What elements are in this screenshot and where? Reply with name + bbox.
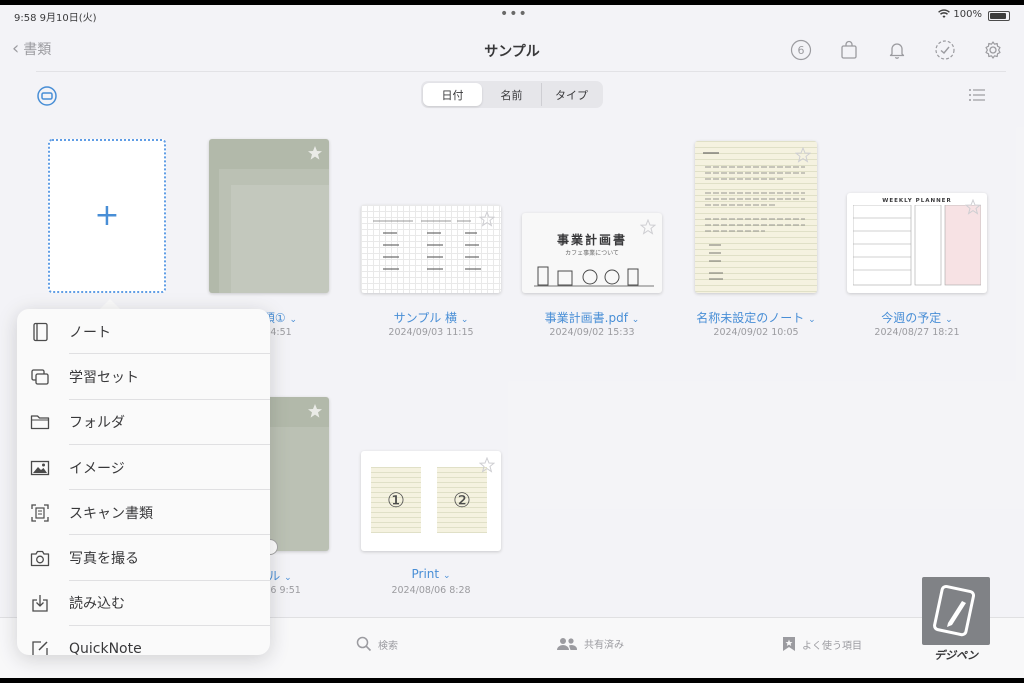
menu-item-image[interactable]: イメージ (17, 445, 270, 491)
menu-pointer (100, 299, 120, 309)
sort-segmented-control: 日付 名前 タイプ (421, 81, 603, 108)
dashed-check-circle-icon (935, 40, 955, 60)
document-thumbnail[interactable]: ① ② (361, 451, 501, 551)
people-icon (557, 637, 578, 650)
menu-item-note[interactable]: ノート (17, 309, 270, 355)
plus-icon: + (94, 198, 120, 233)
document-thumbnail[interactable]: 事業計画書 カフェ事業について (522, 213, 662, 293)
tab-search[interactable]: 検索 (356, 636, 398, 652)
thumb-subheading: カフェ事業について (565, 250, 619, 257)
cards-icon (29, 366, 51, 388)
create-menu: ノート 学習セット フォルダ イメージ スキャン書類 写真を撮る 読み込む Qu… (17, 309, 270, 655)
document-title[interactable]: 名称未設定のノート ⌄ (671, 309, 841, 326)
select-mode-button[interactable] (932, 37, 958, 63)
tab-search-label: 検索 (378, 640, 398, 652)
menu-item-folder[interactable]: フォルダ (17, 400, 270, 445)
chevron-down-icon: ⌄ (808, 315, 816, 325)
tab-shared[interactable]: 共有済み (556, 636, 624, 651)
chevron-down-icon: ⌄ (289, 315, 298, 325)
notebook-icon (29, 321, 51, 343)
tablet-pen-logo-icon (922, 577, 990, 645)
chevron-down-icon: ⌄ (945, 315, 953, 325)
stack-select-icon (37, 86, 57, 106)
site-logo-label: デジペン (934, 649, 978, 662)
document-date: 2024/09/02 10:05 (713, 327, 799, 338)
site-logo: デジペン (922, 577, 990, 663)
image-icon (29, 457, 51, 479)
search-icon (356, 636, 372, 652)
badge-number: 6 (798, 44, 805, 57)
wifi-icon (938, 9, 950, 22)
document-thumbnail[interactable] (209, 139, 329, 293)
bell-icon (889, 43, 905, 59)
tab-favorites-label: よく使う項目 (802, 640, 862, 652)
bookmark-star-icon (783, 637, 795, 651)
document-title[interactable]: 今週の予定 ⌄ (832, 309, 1002, 326)
document-date: 2024/08/06 8:28 (391, 585, 471, 596)
planner-grid (853, 205, 981, 286)
star-icon[interactable] (479, 211, 495, 227)
cafe-illustration (534, 266, 654, 287)
app-screen: 9:58 9月10日(火) ••• 100% ‹ 書類 サンプル 6 日付 名前… (0, 5, 1024, 678)
print-page-2: ② (437, 467, 487, 533)
nav-actions: 6 (788, 37, 1006, 63)
handwriting-scribble (373, 220, 481, 270)
view-mode-button[interactable] (968, 87, 986, 103)
nav-divider (36, 71, 1006, 72)
note-text-lines (703, 152, 805, 280)
document-title[interactable]: サンプル 横 ⌄ (346, 309, 516, 326)
status-time: 9:58 9月10日(火) (14, 13, 97, 24)
page-count-button[interactable]: 6 (788, 37, 814, 63)
quicknote-icon (29, 638, 51, 655)
menu-item-camera[interactable]: 写真を撮る (17, 535, 270, 581)
menu-item-quicknote[interactable]: QuickNote (17, 626, 270, 655)
chevron-down-icon: ⌄ (631, 315, 640, 325)
chevron-down-icon: ⌄ (442, 571, 451, 581)
multi-select-button[interactable] (36, 85, 58, 107)
folder-icon (29, 411, 51, 433)
document-thumbnail[interactable]: WEEKLY PLANNER (847, 193, 987, 293)
battery-icon (988, 11, 1010, 21)
document-title[interactable]: 事業計画書.pdf ⌄ (507, 309, 677, 326)
multitasking-dots[interactable]: ••• (500, 6, 528, 22)
list-icon (969, 89, 985, 101)
import-icon (29, 592, 51, 614)
star-icon[interactable] (307, 403, 323, 419)
sort-tab-name[interactable]: 名前 (482, 83, 541, 106)
print-page-1: ① (371, 467, 421, 533)
notifications-button[interactable] (884, 37, 910, 63)
menu-item-import[interactable]: 読み込む (17, 581, 270, 627)
navigation-bar: ‹ 書類 サンプル 6 (0, 31, 1024, 71)
tab-shared-label: 共有済み (584, 640, 624, 651)
chevron-down-icon: ⌄ (460, 315, 469, 325)
star-icon[interactable] (965, 199, 981, 215)
gear-icon (985, 41, 1001, 59)
tab-favorites[interactable]: よく使う項目 (782, 636, 862, 652)
star-icon[interactable] (307, 145, 323, 161)
document-thumbnail[interactable] (361, 205, 501, 293)
menu-item-scan[interactable]: スキャン書類 (17, 490, 270, 536)
sort-tab-date[interactable]: 日付 (423, 83, 482, 106)
shopping-bag-icon (841, 40, 857, 59)
menu-item-study-set[interactable]: 学習セット (17, 354, 270, 400)
camera-icon (29, 547, 51, 569)
page-layer (231, 185, 329, 293)
battery-percent: 100% (953, 9, 982, 20)
scan-icon (29, 502, 51, 524)
star-icon[interactable] (479, 457, 495, 473)
document-thumbnail[interactable] (695, 141, 817, 293)
document-title[interactable]: Print ⌄ (346, 567, 516, 581)
sort-tab-type[interactable]: タイプ (541, 83, 601, 106)
new-document-card[interactable]: + (48, 139, 166, 293)
marketplace-button[interactable] (836, 37, 862, 63)
document-date: 2024/09/02 15:33 (549, 327, 635, 338)
numbered-circle-icon: 6 (790, 39, 812, 61)
star-icon[interactable] (795, 147, 811, 163)
status-bar: 9:58 9月10日(火) ••• 100% (0, 6, 1024, 25)
document-date: 2024/09/03 11:15 (388, 327, 474, 338)
settings-button[interactable] (980, 37, 1006, 63)
star-icon[interactable] (640, 219, 656, 235)
document-date: 2024/08/27 18:21 (874, 327, 960, 338)
chevron-down-icon: ⌄ (284, 573, 292, 583)
